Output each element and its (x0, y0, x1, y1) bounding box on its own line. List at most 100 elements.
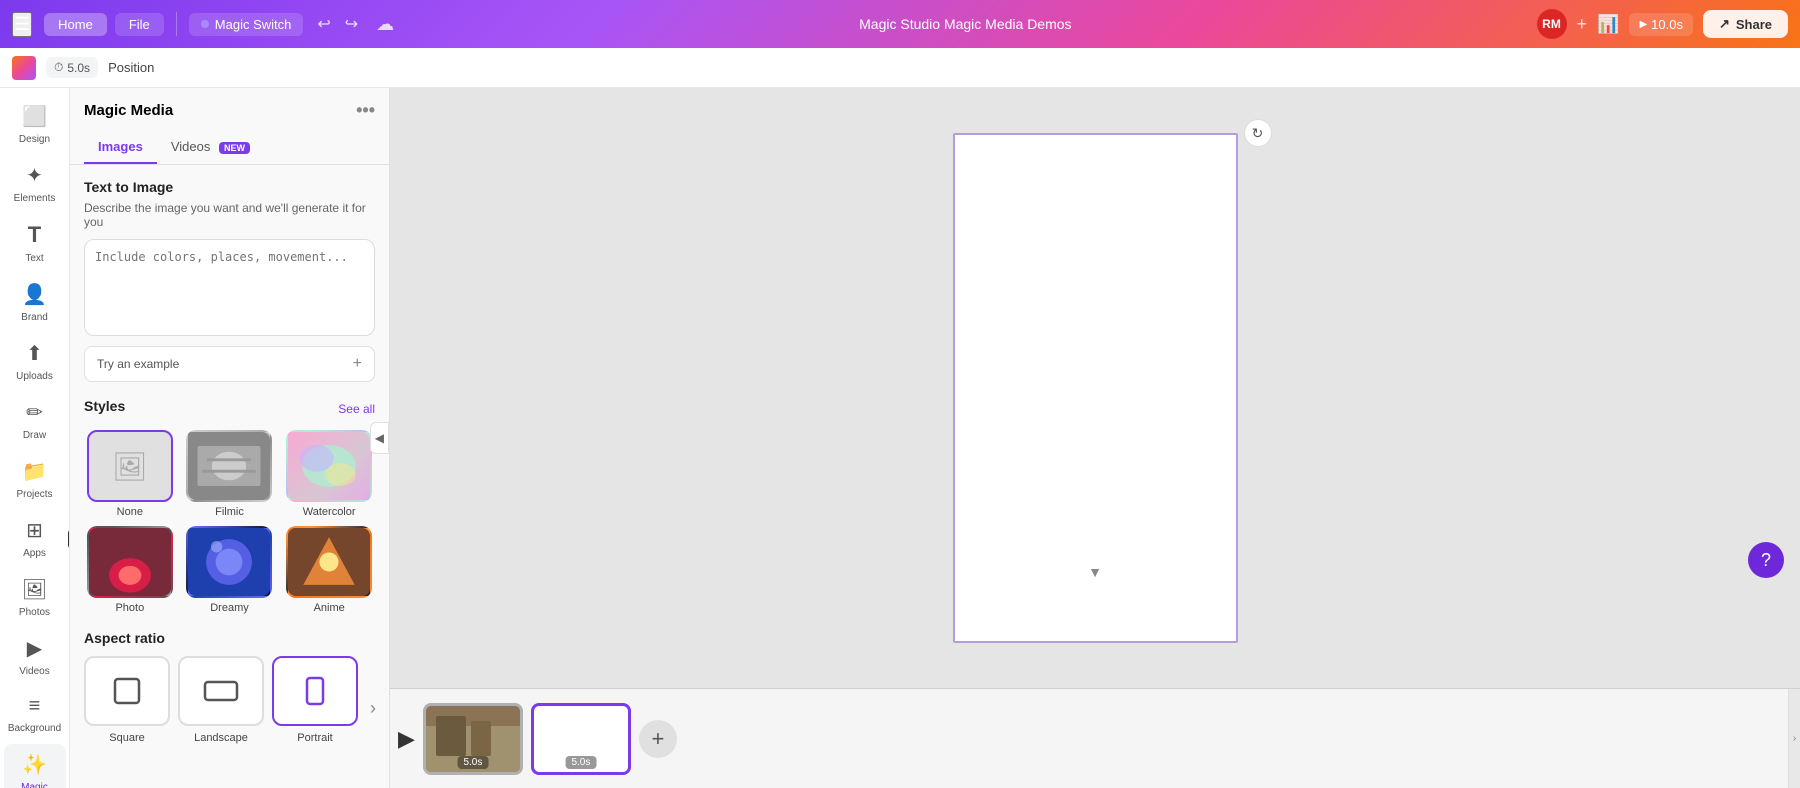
canvas-viewport[interactable]: ↻ ? ▼ (390, 88, 1800, 688)
filmstrip: ▶ 5.0s 5.0s + › (390, 688, 1800, 788)
watercolor-preview-svg (288, 430, 370, 502)
add-collaborator-icon[interactable]: + (1577, 14, 1588, 35)
try-example-button[interactable]: Try an example + (84, 346, 375, 382)
undo-button[interactable]: ↩ (311, 10, 336, 38)
style-label-dreamy: Dreamy (210, 602, 249, 614)
style-thumb-watercolor (286, 430, 372, 502)
brand-icon: 👤 (22, 282, 47, 307)
anime-preview-svg (288, 526, 370, 598)
draw-icon: ✏ (26, 400, 43, 425)
cloud-icon: ☁ (376, 14, 394, 35)
panel-title: Magic Media (84, 102, 173, 119)
canvas-refresh-button[interactable]: ↻ (1244, 119, 1272, 147)
style-photo[interactable]: Photo (84, 526, 176, 614)
uploads-icon: ⬆ (26, 341, 43, 366)
sidebar-label-draw: Draw (23, 430, 46, 441)
share-button[interactable]: ↗ Share (1703, 10, 1788, 38)
file-button[interactable]: File (115, 13, 164, 36)
add-page-button[interactable]: + (639, 720, 677, 758)
photos-icon: 🖼 (22, 577, 47, 602)
sidebar-label-background: Background (8, 723, 61, 734)
duration-badge[interactable]: ⏱ 5.0s (46, 57, 98, 78)
try-example-plus-icon: + (353, 355, 362, 373)
aspect-square[interactable]: Square (84, 656, 170, 744)
videos-tab-label: Videos (171, 139, 211, 154)
panel-collapse-arrow[interactable]: ◀ (370, 422, 389, 454)
magic-switch-label: Magic Switch (215, 17, 292, 32)
prompt-input[interactable] (95, 250, 364, 320)
sidebar-item-videos[interactable]: ▶ Videos (4, 628, 66, 685)
elements-icon: ✦ (26, 163, 43, 188)
aspect-label-landscape: Landscape (194, 732, 248, 744)
style-dreamy[interactable]: Dreamy (184, 526, 276, 614)
aspect-label-square: Square (109, 732, 144, 744)
text-icon: T (28, 222, 41, 248)
redo-button[interactable]: ↪ (339, 10, 364, 38)
help-button[interactable]: ? (1748, 542, 1784, 578)
aspect-grid: Square Landscape (84, 656, 358, 744)
photo-preview-svg (89, 526, 171, 598)
timeline-item-2[interactable]: 5.0s (531, 703, 631, 775)
tab-videos[interactable]: Videos NEW (157, 131, 264, 164)
sidebar-item-elements[interactable]: ✦ Elements (4, 155, 66, 212)
magic-switch-button[interactable]: Magic Switch (189, 13, 304, 36)
sidebar-item-design[interactable]: ⬜ Design (4, 96, 66, 153)
aspect-ratio-row: Square Landscape (84, 656, 375, 760)
style-label-filmic: Filmic (215, 506, 244, 518)
aspect-more-button[interactable]: › (366, 698, 380, 719)
play-timer-button[interactable]: ▶ 10.0s (1629, 13, 1693, 36)
style-anime[interactable]: Anime (283, 526, 375, 614)
sidebar-item-projects[interactable]: 📁 Projects (4, 451, 66, 508)
background-icon: ≡ (29, 695, 41, 718)
panel-more-button[interactable]: ••• (356, 100, 375, 121)
sidebar-item-draw[interactable]: ✏ Draw (4, 392, 66, 449)
analytics-icon[interactable]: 📊 (1597, 14, 1619, 35)
canvas-container: ↻ ? ▼ ▶ 5.0s 5.0s (390, 88, 1800, 788)
style-label-anime: Anime (314, 602, 345, 614)
dreamy-preview-svg (188, 526, 270, 598)
sidebar-item-apps[interactable]: ⊞ Apps Apps (4, 510, 66, 567)
play-button[interactable]: ▶ (398, 726, 415, 752)
avatar[interactable]: RM (1537, 9, 1567, 39)
sidebar-item-background[interactable]: ≡ Background (4, 687, 66, 742)
landscape-icon (203, 680, 239, 702)
secondary-toolbar: ⏱ 5.0s Position (0, 48, 1800, 88)
magic-media-icon (12, 56, 36, 80)
sidebar-label-design: Design (19, 134, 50, 145)
position-button[interactable]: Position (108, 60, 154, 75)
home-button[interactable]: Home (44, 13, 107, 36)
expand-handle[interactable]: ▼ (1088, 564, 1102, 580)
right-panel-collapse[interactable]: › (1788, 689, 1800, 788)
panel-tabs: Images Videos NEW (70, 131, 389, 165)
text-to-image-title: Text to Image (84, 179, 375, 195)
sidebar-item-text[interactable]: T Text (4, 214, 66, 272)
style-watercolor[interactable]: Watercolor (283, 430, 375, 518)
sidebar-label-elements: Elements (14, 193, 56, 204)
style-none[interactable]: 🖼 None (84, 430, 176, 518)
text-to-image-subtitle: Describe the image you want and we'll ge… (84, 201, 375, 229)
aspect-portrait[interactable]: Portrait (272, 656, 358, 744)
clock-icon: ⏱ (54, 60, 63, 75)
sidebar-item-brand[interactable]: 👤 Brand (4, 274, 66, 331)
style-none-icon: 🖼 (112, 450, 148, 483)
aspect-landscape[interactable]: Landscape (178, 656, 264, 744)
menu-icon[interactable]: ☰ (12, 12, 32, 37)
style-filmic[interactable]: Filmic (184, 430, 276, 518)
aspect-ratio-title: Aspect ratio (84, 630, 375, 646)
style-thumb-none: 🖼 (87, 430, 173, 502)
sidebar-item-photos[interactable]: 🖼 Photos (4, 569, 66, 626)
icon-sidebar: ⬜ Design ✦ Elements T Text 👤 Brand ⬆ Upl… (0, 88, 70, 788)
aspect-box-portrait (272, 656, 358, 726)
history-controls: ↩ ↪ (311, 10, 364, 38)
slide1-label: 5.0s (457, 756, 488, 769)
timeline-item-1[interactable]: 5.0s (423, 703, 523, 775)
magic-media-sidebar-icon: ✨ (22, 752, 47, 777)
tab-images[interactable]: Images (84, 131, 157, 164)
panel-content: Text to Image Describe the image you wan… (70, 165, 389, 774)
sidebar-item-uploads[interactable]: ⬆ Uploads (4, 333, 66, 390)
see-all-button[interactable]: See all (338, 402, 375, 416)
aspect-label-portrait: Portrait (297, 732, 332, 744)
styles-header: Styles See all (84, 398, 375, 420)
sidebar-item-magic-media[interactable]: ✨ Magic Media (4, 744, 66, 788)
main-layout: ⬜ Design ✦ Elements T Text 👤 Brand ⬆ Upl… (0, 88, 1800, 788)
